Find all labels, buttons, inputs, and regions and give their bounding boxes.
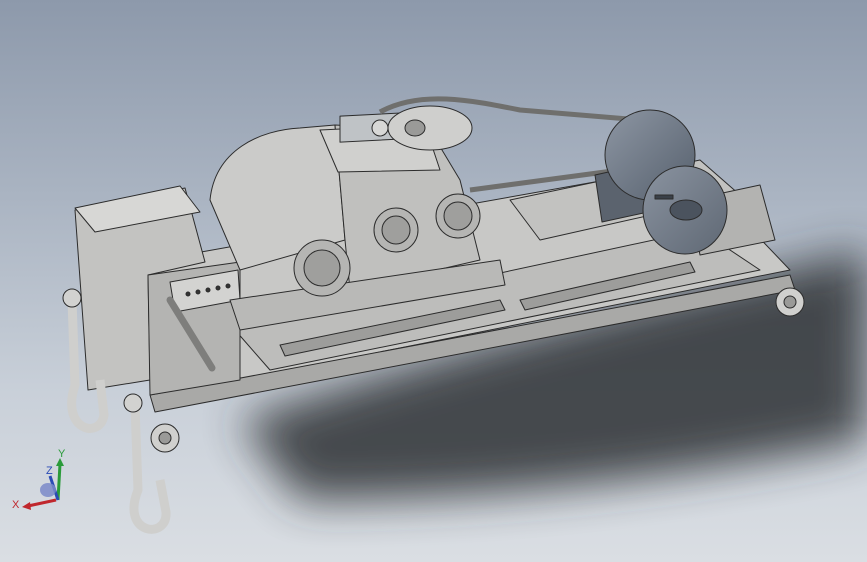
input-pulley-hub [404,119,426,137]
lifting-hook-front [129,404,171,534]
breather-cap [371,119,389,137]
caster-wheel-right [775,287,805,317]
x-axis-arrow [27,498,57,508]
bearing-cap-middle [373,207,419,253]
bearing-cap-right [435,193,481,239]
bearing-cap-left [293,239,351,297]
z-axis-label: Z [46,465,53,477]
triad-origin-sphere [40,483,56,497]
hook-nut [62,288,82,308]
hook-nut [123,393,143,413]
caster-wheel-left [150,423,180,453]
coordinate-triad: X Y Z [12,448,66,511]
x-axis-label: X [12,499,20,511]
y-axis-label: Y [58,448,66,460]
input-pulley [387,105,473,151]
x-axis-arrowhead [22,502,31,510]
cad-graphics-viewport[interactable]: X Y Z [0,0,867,562]
machine-assembly-model[interactable] [0,0,867,562]
y-axis-arrow [56,463,62,501]
